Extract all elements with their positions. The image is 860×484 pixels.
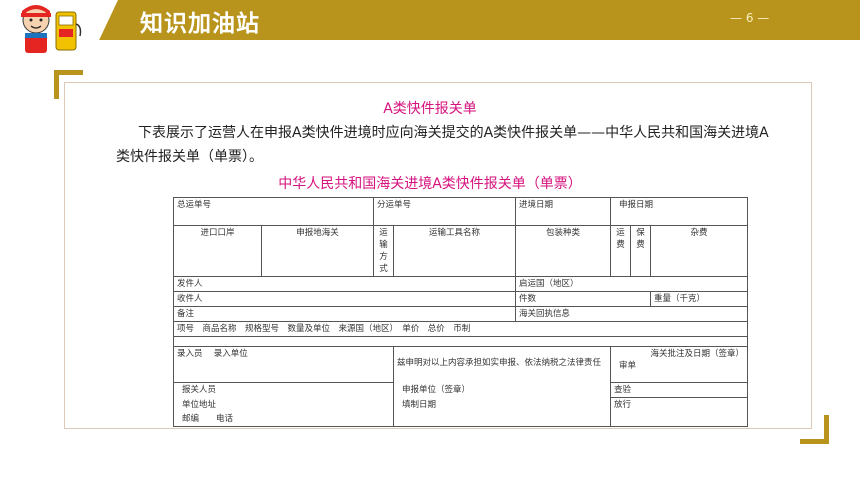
document-title: A类快件报关单 [383,101,477,117]
fill-date-cell: 填制日期 [393,397,612,412]
declaration-form: 总运单号 分运单号 进境日期 申报日期 进口口岸 申报地海关 运输方式 运输工具… [172,197,749,427]
statement-cell: 兹申明对以上内容承担如实申报、依法纳税之法律责任 [393,346,612,383]
entry-clerk-cell: 录入员 录入单位 [172,346,395,383]
intro-paragraph: 下表展示了运营人在申报A类快件进境时应向海关提交的A类快件报关单——中华人民共和… [116,125,769,165]
transport-mode-cell: 运输方式 [373,225,395,277]
item-columns-row: 项号 商品名称 规格型号 数量及单位 来源国（地区） 单价 总价 币制 [172,321,749,337]
freight-cell: 运费 [610,225,632,277]
sub-waybill-cell: 分运单号 [373,197,517,226]
weight-cell: 重量（千克） [650,291,749,307]
declarant-cell: 报关人员 [172,382,395,398]
origin-country-cell: 启运国（地区） [515,276,749,292]
insurance-cell: 保费 [630,225,652,277]
release-cell: 放行 [610,397,749,427]
entry-date-cell: 进境日期 [515,197,612,226]
declare-unit-cell: 申报单位（签章） [393,382,612,398]
review-label: 审单 [619,361,637,371]
misc-fee-cell: 杂费 [650,225,749,277]
declare-date-cell: 申报日期 [610,197,749,226]
master-waybill-cell: 总运单号 [172,197,375,226]
form-title: 中华人民共和国海关进境A类快件报关单（单票） [278,176,582,192]
blank-bottom-cell [393,411,612,427]
mascot-icon [21,5,82,53]
pieces-cell: 件数 [515,291,652,307]
customs-receipt-cell: 海关回执信息 [515,306,749,322]
declare-customs-cell: 申报地海关 [260,225,375,277]
item-blank-row [172,336,749,347]
page-number: — 6 — [730,11,770,25]
unit-address-cell: 单位地址 [172,397,395,412]
package-type-cell: 包装种类 [515,225,612,277]
remarks-cell: 备注 [172,306,517,322]
entry-port-cell: 进口口岸 [173,225,262,277]
page-title: 知识加油站 [140,11,260,37]
approval-label: 海关批注及日期（签章） [650,349,745,359]
postcode-phone-cell: 邮编 电话 [172,411,395,427]
sender-cell: 发件人 [172,276,517,292]
approval-cell: 海关批注及日期（签章） 审单 [610,346,749,383]
inspection-cell: 查验 [610,382,749,398]
receiver-cell: 收件人 [172,291,517,307]
transport-name-cell: 运输工具名称 [393,225,517,277]
